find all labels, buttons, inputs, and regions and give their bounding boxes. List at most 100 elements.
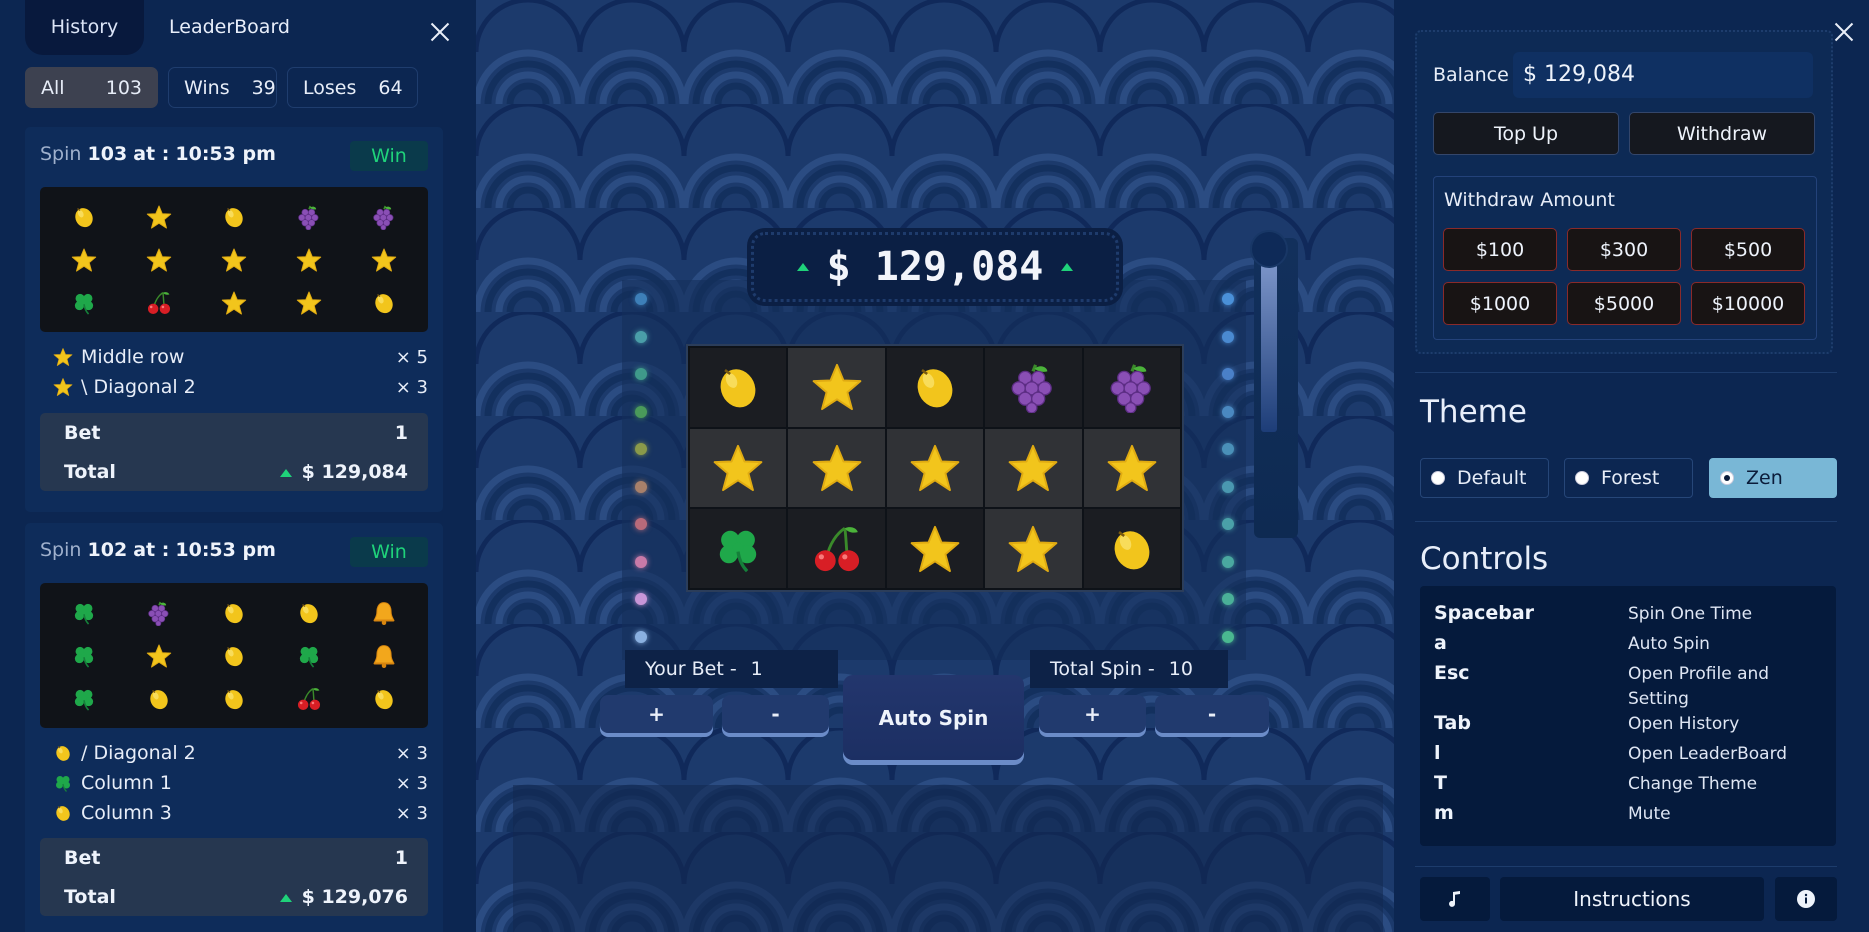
clover-icon [46,591,121,634]
your-bet-value: 1 [750,658,763,680]
clover-icon [53,773,81,793]
winning-line-multiplier: × 3 [395,742,428,764]
theme-option-zen[interactable]: Zen [1709,458,1837,498]
lever-knob[interactable] [1252,232,1286,266]
reel-cell-cherry-icon [788,509,885,588]
close-settings-icon[interactable] [1832,20,1856,44]
total-spin-label: Total Spin - [1050,658,1155,680]
music-toggle-button[interactable] [1420,877,1490,921]
machine-light-dot [635,555,647,568]
cherry-icon [272,677,347,720]
machine-light-dot [1222,330,1234,343]
instructions-button[interactable]: Instructions [1500,877,1764,921]
win-badge: Win [350,537,428,567]
machine-light-dot [635,518,647,530]
control-row: T Change Theme [1434,772,1826,797]
machine-light-dot [1222,405,1234,418]
lemon-icon [196,634,271,677]
spin-decrease-button[interactable]: - [1155,695,1269,733]
info-button[interactable] [1775,877,1837,921]
cherry-icon [121,281,196,324]
lemon-icon [196,677,271,720]
clover-icon [46,281,121,324]
withdraw-amount-option[interactable]: $300 [1567,228,1681,271]
total-value: $ 129,084 [301,461,408,483]
withdraw-amount-option[interactable]: $500 [1691,228,1805,271]
bell-icon [347,591,422,634]
withdraw-amount-option[interactable]: $10000 [1691,282,1805,325]
winning-line-label: Column 1 [81,772,172,794]
close-history-icon[interactable] [428,20,452,44]
spin-number: 102 [87,539,128,561]
reel-cell-lemon-icon [1083,509,1180,588]
history-panel: History LeaderBoard All 103 Wins 39 Lose… [0,0,476,932]
filter-all[interactable]: All 103 [25,67,158,108]
tab-leaderboard[interactable]: LeaderBoard [169,0,290,55]
up-arrow-icon [796,263,809,271]
machine-base [513,785,1383,932]
tab-history[interactable]: History [25,0,144,55]
top-up-button[interactable]: Top Up [1433,112,1619,155]
machine-light-dot [635,593,647,605]
control-key: l [1434,742,1441,764]
filter-loses[interactable]: Loses 64 [287,67,418,108]
control-action: Open Profile and Setting [1628,664,1770,709]
theme-option-forest[interactable]: Forest [1564,458,1693,498]
theme-option-default[interactable]: Default [1420,458,1549,498]
spin-number: 103 [87,143,128,165]
lemon-icon [46,195,121,238]
filter-wins[interactable]: Wins 39 [168,67,277,108]
control-row: l Open LeaderBoard [1434,742,1826,767]
wallet-box: Balance $ 129,084 Top Up Withdraw Withdr… [1415,30,1833,354]
spin-at: at : [133,143,170,165]
divider [1415,866,1837,867]
music-note-icon [1449,891,1460,907]
withdraw-amount-option[interactable]: $5000 [1567,282,1681,325]
radio-button [1575,471,1589,485]
auto-spin-button[interactable]: Auto Spin [843,675,1024,760]
spin-increase-button[interactable]: + [1039,695,1146,733]
filter-all-label: All [41,76,65,99]
history-tabs: History LeaderBoard [25,0,290,55]
reel-cell-star-icon [690,428,787,508]
radio-button-selected [1720,471,1734,485]
control-row: Esc Open Profile and Setting [1434,662,1826,712]
machine-light-dot [1222,368,1234,380]
divider [1415,521,1837,522]
bell-icon [347,634,422,677]
your-bet-label: Your Bet - [645,658,737,680]
up-arrow-icon [279,468,292,477]
withdraw-amount-option[interactable]: $1000 [1443,282,1557,325]
controls-list: Spacebar Spin One Time a Auto Spin Esc O… [1420,586,1836,846]
total-label: Total [64,461,116,483]
withdraw-amount-option[interactable]: $100 [1443,228,1557,271]
lemon-icon [272,591,347,634]
control-key: m [1434,802,1454,824]
bet-value: 1 [394,847,408,869]
clover-icon [272,634,347,677]
winning-line: Column 3 × 3 [53,800,428,826]
divider [1415,372,1837,373]
grapes-icon [121,591,196,634]
machine-light-dot [635,293,647,305]
up-arrow-icon [279,893,292,902]
withdraw-button[interactable]: Withdraw [1629,112,1815,155]
star-icon [272,238,347,281]
machine-light-dot [1222,293,1234,305]
control-row: Tab Open History [1434,712,1826,737]
history-filters: All 103 Wins 39 Loses 64 [25,67,418,108]
winning-line: Middle row × 5 [53,344,428,370]
winning-line: / Diagonal 2 × 3 [53,740,428,766]
bet-increase-button[interactable]: + [600,695,713,733]
control-key: a [1434,632,1447,654]
lemon-icon [121,677,196,720]
machine-light-dot [1222,555,1234,568]
info-icon [1797,890,1815,908]
bet-decrease-button[interactable]: - [722,695,829,733]
star-icon [272,281,347,324]
theme-option-label: Forest [1601,467,1660,489]
slot-reels [686,344,1184,592]
lemon-icon [347,281,422,324]
spin-lever[interactable] [1261,262,1277,432]
bet-label: Bet [64,422,101,444]
